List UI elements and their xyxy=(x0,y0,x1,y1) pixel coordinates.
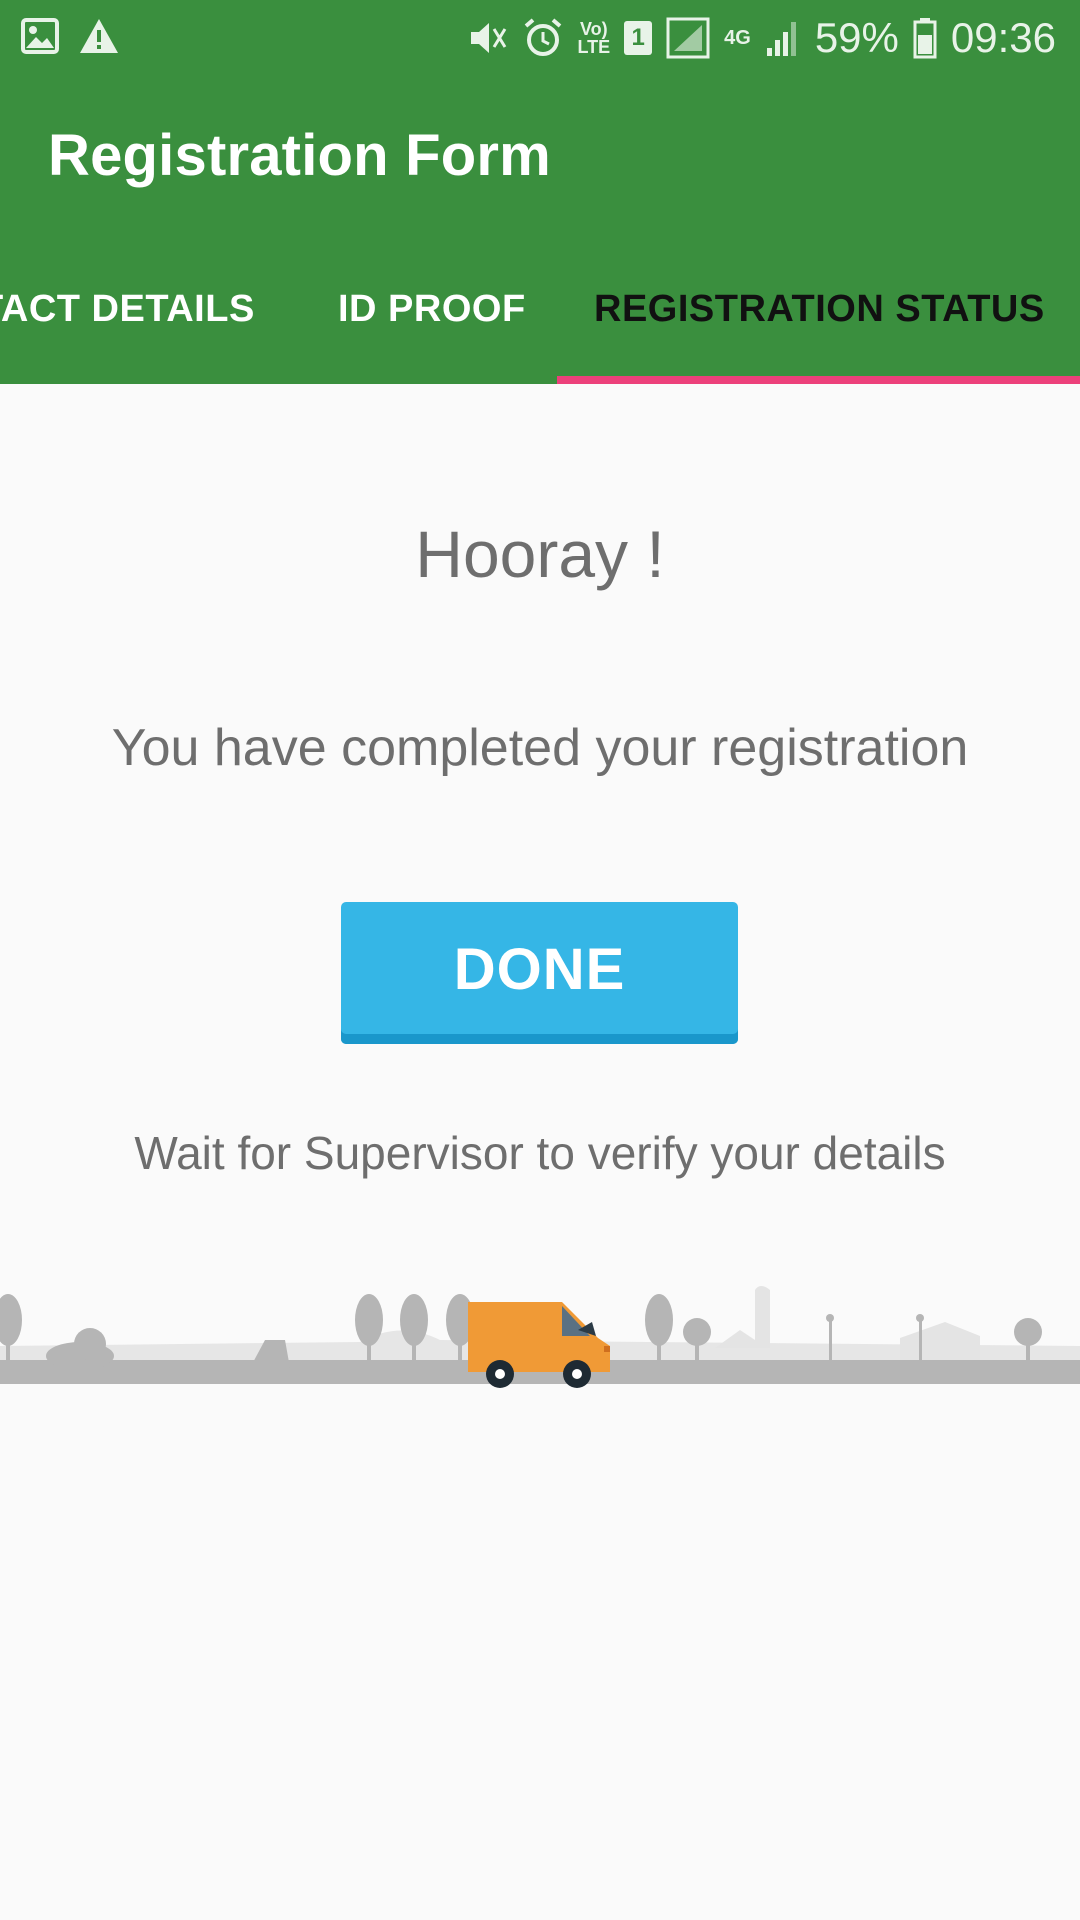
tab-registration-status[interactable]: REGISTRATION STATUS xyxy=(594,288,1045,331)
mute-icon xyxy=(467,17,509,59)
sim-icon: 1 xyxy=(624,21,653,55)
tab-id-proof[interactable]: ID PROOF xyxy=(338,288,526,331)
battery-icon xyxy=(913,17,937,59)
tab-indicator xyxy=(557,376,1080,384)
verification-note: Wait for Supervisor to verify your detai… xyxy=(134,1127,946,1179)
page-title: Registration Form xyxy=(48,123,551,188)
tab-bar: TACT DETAILS ID PROOF REGISTRATION STATU… xyxy=(0,270,1080,384)
image-icon xyxy=(20,16,60,56)
status-bar: Vo) LTE 1 4G 59% 09:36 xyxy=(0,0,1080,76)
success-heading: Hooray ! xyxy=(415,517,665,591)
delivery-illustration xyxy=(0,1280,1080,1400)
signal-icon xyxy=(666,17,710,59)
warning-icon xyxy=(78,16,120,56)
completion-message: You have completed your registration xyxy=(111,719,969,777)
signal-icon xyxy=(765,18,801,58)
tab-contact-details[interactable]: TACT DETAILS xyxy=(0,288,255,331)
data-4g-icon: 4G xyxy=(724,27,751,49)
volte-icon: Vo) LTE xyxy=(577,19,611,57)
alarm-icon xyxy=(523,17,563,59)
clock: 09:36 xyxy=(950,14,1056,61)
done-button[interactable]: DONE xyxy=(341,902,738,1044)
app-bar: Vo) LTE 1 4G 59% 09:36 Registration Form… xyxy=(0,0,1080,384)
battery-percent: 59% xyxy=(814,14,899,61)
